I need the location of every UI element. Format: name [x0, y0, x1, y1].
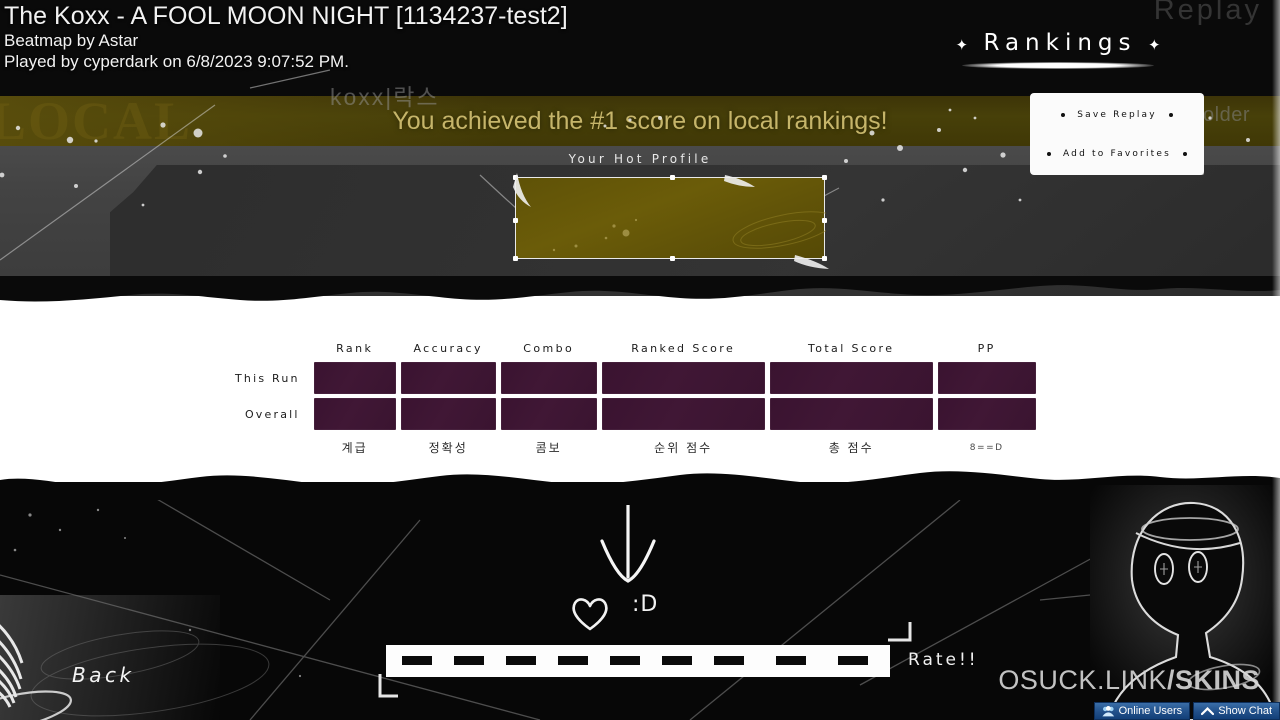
show-chat-label: Show Chat	[1218, 705, 1272, 717]
cell-overall-combo	[500, 398, 597, 430]
save-replay-label: Save Replay	[1077, 109, 1157, 120]
bullet-right-icon	[1168, 112, 1173, 117]
cell-overall-ranked-score	[601, 398, 765, 430]
watermark-prefix: OSUCK.LINK	[998, 665, 1167, 695]
column-footer-total-score: 총 점수	[828, 441, 874, 455]
sparkle-right-icon: ✦	[1147, 36, 1167, 54]
corner-cell-footer	[235, 434, 309, 456]
profile-box-brush-strokes	[513, 173, 829, 269]
column-header-pp: PP	[977, 342, 996, 355]
save-replay-button[interactable]: Save Replay	[1032, 95, 1202, 134]
column-footer-rank: 계급	[341, 441, 368, 455]
rate-label: Rate!!	[908, 650, 979, 670]
osu-ranking-screen: Replay LOCAL You achieved the #1 score o…	[0, 0, 1280, 720]
online-users-button[interactable]: Online Users	[1093, 702, 1191, 720]
rate-dash	[610, 656, 640, 665]
rate-dash	[558, 656, 588, 665]
column-header-ranked-score: Ranked Score	[631, 342, 736, 355]
table-footer-row: 계급 정확성 콤보 순위 점수 총 점수 8==D	[235, 434, 1036, 456]
watermark-suffix: /SKINS	[1166, 665, 1260, 695]
heart-icon	[572, 598, 608, 631]
column-footer-accuracy: 정확성	[428, 441, 468, 455]
cell-overall-pp	[937, 398, 1036, 430]
rate-dash	[776, 656, 806, 665]
bullet-left-icon	[1061, 112, 1066, 117]
cell-overall-rank	[313, 398, 396, 430]
bullet-left-icon	[1046, 151, 1051, 156]
cell-this-run-combo	[500, 362, 597, 394]
rate-dash	[402, 656, 432, 665]
chevron-up-icon	[1201, 706, 1215, 715]
page-title: The Koxx - A FOOL MOON NIGHT [1134237-te…	[4, 2, 568, 30]
rate-dash	[662, 656, 692, 665]
cell-this-run-pp	[937, 362, 1036, 394]
column-header-rank: Rank	[336, 342, 374, 355]
rate-dash	[506, 656, 536, 665]
rankings-label: Rankings	[983, 30, 1137, 56]
bullet-right-icon	[1183, 151, 1188, 156]
column-footer-combo: 콤보	[535, 441, 562, 455]
replay-actions-panel: Save Replay Add to Favorites	[1032, 95, 1202, 173]
column-footer-ranked-score: 순위 점수	[654, 441, 713, 455]
corner-cell	[235, 342, 309, 358]
rate-slider[interactable]	[386, 645, 890, 677]
column-footer-pp: 8==D	[969, 442, 1004, 453]
online-users-label: Online Users	[1118, 705, 1183, 717]
add-to-favorites-label: Add to Favorites	[1062, 148, 1172, 159]
cell-overall-accuracy	[400, 398, 496, 430]
row-label-this-run: This Run	[235, 371, 300, 385]
table-header-row: Rank Accuracy Combo Ranked Score Total S…	[235, 342, 1036, 358]
cell-this-run-total-score	[769, 362, 933, 394]
beatmap-played-by: Played by cyperdark on 6/8/2023 9:07:52 …	[4, 52, 349, 71]
back-button-label: Back	[72, 663, 135, 687]
rankings-heading: ✦ Rankings ✦	[940, 30, 1180, 69]
cell-this-run-ranked-score	[601, 362, 765, 394]
table-row-this-run: This Run	[235, 362, 1036, 394]
beatmap-header: The Koxx - A FOOL MOON NIGHT [1134237-te…	[4, 2, 568, 72]
cell-this-run-accuracy	[400, 362, 496, 394]
smiley-doodle: :D	[632, 592, 659, 617]
results-table: Rank Accuracy Combo Ranked Score Total S…	[230, 338, 1041, 460]
results-table-wrapper: Rank Accuracy Combo Ranked Score Total S…	[230, 338, 1041, 460]
skin-watermark: OSUCK.LINK/SKINS	[998, 665, 1260, 696]
rate-dash	[714, 656, 744, 665]
rankings-title-text: ✦ Rankings ✦	[955, 30, 1160, 56]
column-header-combo: Combo	[523, 342, 575, 355]
down-arrow-icon	[600, 505, 656, 583]
sparkle-left-icon: ✦	[955, 36, 975, 54]
taskbar: Online Users Show Chat	[0, 702, 1280, 720]
cell-this-run-rank	[313, 362, 396, 394]
row-label-overall: Overall	[244, 407, 300, 421]
add-to-favorites-button[interactable]: Add to Favorites	[1032, 134, 1202, 173]
rankings-underline	[962, 62, 1154, 69]
column-header-accuracy: Accuracy	[413, 342, 483, 355]
show-chat-button[interactable]: Show Chat	[1193, 702, 1280, 720]
table-row-overall: Overall	[235, 398, 1036, 430]
rate-dash	[838, 656, 868, 665]
beatmap-mapper: Beatmap by Astar	[4, 31, 139, 50]
users-icon	[1102, 705, 1114, 716]
torn-edge-bottom	[0, 471, 1280, 500]
column-header-total-score: Total Score	[807, 342, 895, 355]
rate-dash	[454, 656, 484, 665]
cell-overall-total-score	[769, 398, 933, 430]
